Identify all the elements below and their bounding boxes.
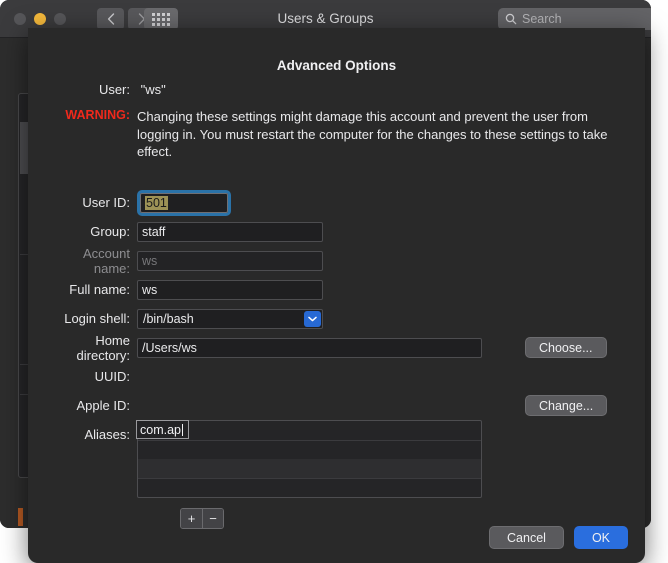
- alias-add-remove-control: + −: [180, 508, 224, 529]
- alias-row[interactable]: [138, 459, 481, 478]
- user-id-focus-ring: 501: [137, 189, 231, 216]
- aliases-label: Aliases:: [84, 427, 130, 442]
- user-id-label: User ID:: [82, 195, 130, 210]
- add-alias-button[interactable]: +: [181, 509, 202, 528]
- alias-edit-input[interactable]: com.ap: [136, 420, 189, 439]
- search-icon: [505, 13, 517, 25]
- remove-alias-button[interactable]: −: [202, 509, 223, 528]
- advanced-options-sheet: Advanced Options User: "ws" WARNING: Cha…: [28, 28, 645, 563]
- ok-button[interactable]: OK: [573, 526, 628, 549]
- alias-row[interactable]: [138, 440, 481, 459]
- choose-button[interactable]: Choose...: [525, 337, 607, 358]
- search-field[interactable]: Search: [498, 8, 651, 30]
- account-name-input: ws: [137, 250, 323, 271]
- field-row-uuid: UUID:: [44, 362, 644, 391]
- search-placeholder: Search: [522, 12, 562, 26]
- advanced-form: User ID: 501 Group: staff Account name:: [44, 188, 644, 449]
- user-value: "ws": [140, 82, 166, 97]
- alias-row[interactable]: [138, 421, 481, 440]
- account-name-label: Account name:: [83, 245, 130, 276]
- user-label: User:: [98, 82, 130, 97]
- cancel-button[interactable]: Cancel: [489, 526, 564, 549]
- group-label: Group:: [90, 224, 130, 239]
- field-row-apple-id: Apple ID: Change...: [44, 391, 644, 420]
- warning-label: WARNING:: [65, 108, 130, 122]
- warning-text: Changing these settings might damage thi…: [137, 109, 608, 159]
- login-shell-label: Login shell:: [64, 311, 130, 326]
- field-row-account-name: Account name: ws: [44, 245, 644, 276]
- login-shell-select[interactable]: /bin/bash: [137, 308, 323, 329]
- full-name-label: Full name:: [69, 282, 130, 297]
- field-row-user-id: User ID: 501: [44, 188, 644, 217]
- alias-row[interactable]: [138, 478, 481, 497]
- warning-block: WARNING: Changing these settings might d…: [44, 108, 634, 161]
- login-shell-value: /bin/bash: [143, 311, 194, 326]
- apple-id-label: Apple ID:: [76, 398, 130, 413]
- uuid-label: UUID:: [94, 369, 130, 384]
- full-name-input[interactable]: ws: [137, 279, 323, 300]
- sidebar-accent: [18, 508, 23, 526]
- screen: Users & Groups Search Advanced Options U…: [0, 0, 668, 563]
- alias-edit-value: com.ap: [140, 422, 181, 437]
- chevron-down-icon[interactable]: [304, 310, 321, 327]
- sheet-footer: Cancel OK: [489, 526, 628, 549]
- home-directory-input[interactable]: /Users/ws: [137, 337, 482, 358]
- user-summary: User: "ws": [44, 82, 166, 97]
- field-row-full-name: Full name: ws: [44, 275, 644, 304]
- group-input[interactable]: staff: [137, 221, 323, 242]
- home-directory-label: Home directory:: [76, 332, 130, 363]
- sheet-title: Advanced Options: [276, 58, 397, 73]
- user-id-input[interactable]: 501: [140, 192, 228, 213]
- user-id-value: 501: [145, 195, 168, 210]
- change-button[interactable]: Change...: [525, 395, 608, 416]
- field-row-home-directory: Home directory: /Users/ws Choose...: [44, 332, 644, 363]
- text-cursor: [182, 423, 183, 436]
- field-row-login-shell: Login shell: /bin/bash: [44, 304, 644, 333]
- field-row-group: Group: staff: [44, 217, 644, 246]
